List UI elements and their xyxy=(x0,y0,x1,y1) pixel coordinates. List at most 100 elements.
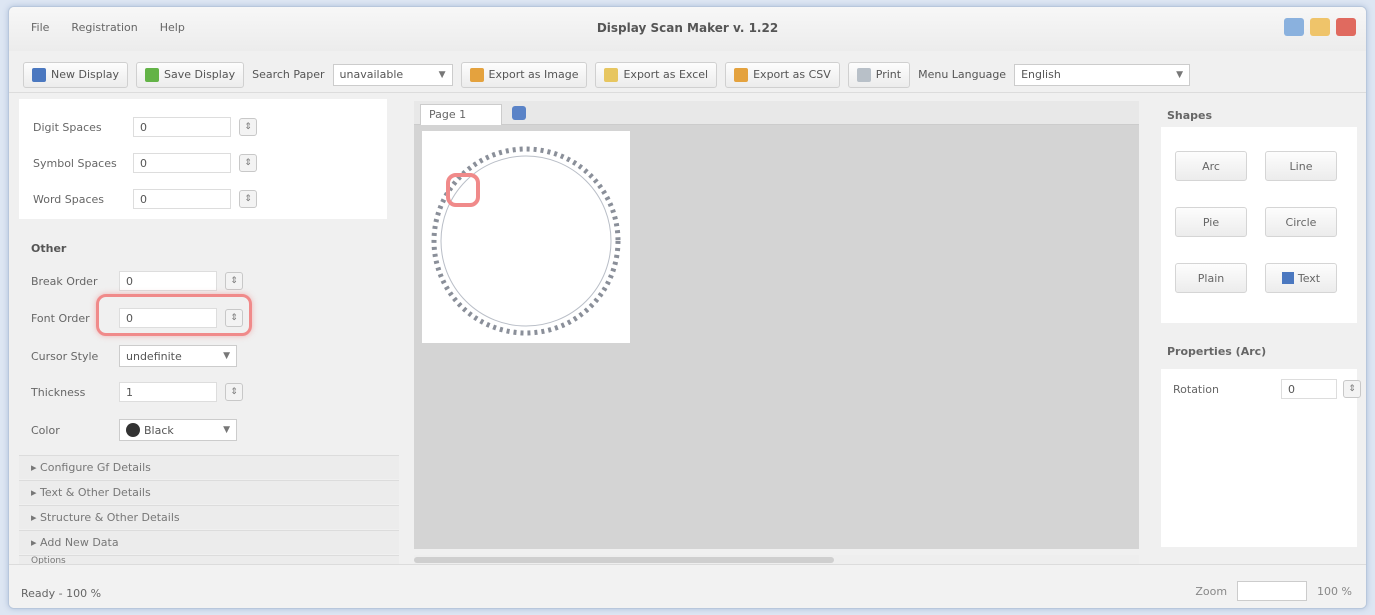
zoom-input[interactable] xyxy=(1237,581,1308,601)
menu-language-select[interactable]: English ▼ xyxy=(1014,63,1191,86)
selection-marker xyxy=(446,173,480,207)
new-display-label: New Display xyxy=(51,68,120,81)
export-csv-button[interactable]: Export as CSV xyxy=(725,61,840,88)
save-display-button[interactable]: Save Display xyxy=(136,61,245,88)
minimize-button[interactable] xyxy=(1284,18,1304,36)
new-display-button[interactable]: New Display xyxy=(23,61,129,88)
export-csv-label: Export as CSV xyxy=(753,68,831,81)
save-display-label: Save Display xyxy=(164,68,236,81)
app-window: File Registration Help Display Scan Make… xyxy=(8,6,1367,609)
close-button[interactable] xyxy=(1336,18,1356,36)
shape-circle-button[interactable]: Circle xyxy=(1265,207,1337,237)
csv-icon xyxy=(734,67,749,82)
shape-arc-button[interactable]: Arc xyxy=(1175,151,1247,181)
spin-arrows-icon[interactable]: ⇕ xyxy=(239,190,257,208)
color-row: Color Black ▼ xyxy=(31,419,237,441)
zoom-value: 100 % xyxy=(1317,584,1352,598)
shape-pie-button[interactable]: Pie xyxy=(1175,207,1247,237)
add-tab-icon[interactable] xyxy=(512,106,526,120)
canvas-area[interactable]: Page 1 xyxy=(414,101,1139,549)
collapse-configure[interactable]: ▸ Configure Gf Details xyxy=(19,455,399,479)
spin-arrows-icon[interactable]: ⇕ xyxy=(225,383,243,401)
cursor-style-value: undefinite xyxy=(126,349,182,363)
collapse-add-data[interactable]: ▸ Add New Data xyxy=(19,530,399,554)
cursor-style-label: Cursor Style xyxy=(31,349,99,363)
rotation-label: Rotation xyxy=(1173,382,1220,396)
excel-icon xyxy=(604,67,619,82)
collapse-structure-label: Structure & Other Details xyxy=(40,511,180,524)
scrollbar-thumb[interactable] xyxy=(414,557,834,563)
chevron-right-icon: ▸ xyxy=(31,486,41,499)
search-paper-label: Search Paper xyxy=(252,68,325,81)
word-spaces-row: Word Spaces 0 ⇕ xyxy=(33,189,257,209)
shape-text-button[interactable]: Text xyxy=(1265,263,1337,293)
export-excel-button[interactable]: Export as Excel xyxy=(595,61,718,88)
maximize-button[interactable] xyxy=(1310,18,1330,36)
cursor-style-row: Cursor Style undefinite ▼ xyxy=(31,345,237,367)
other-section-title: Other xyxy=(31,242,67,255)
word-spaces-label: Word Spaces xyxy=(33,192,105,206)
tab-page-1[interactable]: Page 1 xyxy=(420,104,502,125)
thickness-row: Thickness 1 ⇕ xyxy=(31,382,243,402)
status-text: Ready - 100 % xyxy=(21,587,102,600)
rotation-row: Rotation 0 ⇕ xyxy=(1173,379,1361,399)
spin-arrows-icon[interactable]: ⇕ xyxy=(1343,380,1361,398)
right-panel: Shapes Arc Line Pie Circle Plain Text Pr… xyxy=(1161,101,1361,561)
collapse-text[interactable]: ▸ Text & Other Details xyxy=(19,480,399,504)
left-panel: Digit Spaces 0 ⇕ Symbol Spaces 0 ⇕ Word … xyxy=(19,99,399,566)
window-controls xyxy=(1284,18,1356,36)
break-order-label: Break Order xyxy=(31,274,98,288)
collapse-text-label: Text & Other Details xyxy=(40,486,151,499)
shape-line-button[interactable]: Line xyxy=(1265,151,1337,181)
shape-plain-button[interactable]: Plain xyxy=(1175,263,1247,293)
color-label: Color xyxy=(31,423,60,437)
properties-box: Rotation 0 ⇕ xyxy=(1161,369,1361,547)
chevron-down-icon: ▼ xyxy=(223,351,230,361)
text-icon xyxy=(1281,272,1294,284)
focus-highlight xyxy=(96,294,252,336)
spin-arrows-icon[interactable]: ⇕ xyxy=(239,154,257,172)
word-spaces-input[interactable]: 0 xyxy=(133,189,231,209)
search-paper-select[interactable]: unavailable ▼ xyxy=(332,63,453,86)
export-excel-label: Export as Excel xyxy=(623,68,709,81)
symbol-spaces-input[interactable]: 0 xyxy=(133,153,231,173)
status-bar: Ready - 100 % Zoom 100 % xyxy=(9,564,1366,608)
export-image-label: Export as Image xyxy=(488,68,579,81)
save-icon xyxy=(145,67,160,82)
symbol-spaces-label: Symbol Spaces xyxy=(33,156,117,170)
digit-spaces-row: Digit Spaces 0 ⇕ xyxy=(33,117,257,137)
digit-spaces-input[interactable]: 0 xyxy=(133,117,231,137)
main-toolbar: New Display Save Display Search Paper un… xyxy=(9,57,1366,93)
canvas-tabs: Page 1 xyxy=(414,101,1139,125)
chevron-down-icon: ▼ xyxy=(1176,69,1184,80)
collapse-structure[interactable]: ▸ Structure & Other Details xyxy=(19,505,399,529)
display-drawing[interactable] xyxy=(422,131,630,343)
cursor-style-select[interactable]: undefinite ▼ xyxy=(119,345,237,367)
search-paper-value: unavailable xyxy=(339,68,404,81)
printer-icon xyxy=(856,67,871,82)
display-page[interactable] xyxy=(422,131,630,343)
color-value: Black xyxy=(144,423,174,437)
shapes-box: Arc Line Pie Circle Plain Text xyxy=(1161,127,1357,323)
collapse-add-data-label: Add New Data xyxy=(40,536,119,549)
chevron-right-icon: ▸ xyxy=(31,461,41,474)
color-select[interactable]: Black ▼ xyxy=(119,419,237,441)
thickness-input[interactable]: 1 xyxy=(119,382,217,402)
spin-arrows-icon[interactable]: ⇕ xyxy=(239,118,257,136)
chevron-down-icon: ▼ xyxy=(438,69,446,80)
inner-circle-shape xyxy=(440,155,612,327)
export-image-button[interactable]: Export as Image xyxy=(460,61,588,88)
image-icon xyxy=(469,67,484,82)
break-order-input[interactable]: 0 xyxy=(119,271,217,291)
color-swatch-icon xyxy=(126,423,140,437)
zoom-label: Zoom xyxy=(1195,584,1228,598)
print-label: Print xyxy=(875,68,902,81)
spin-arrows-icon[interactable]: ⇕ xyxy=(225,272,243,290)
new-display-icon xyxy=(32,67,46,82)
chevron-right-icon: ▸ xyxy=(31,511,41,524)
print-button[interactable]: Print xyxy=(847,61,911,88)
menu-language-value: English xyxy=(1021,68,1061,81)
rotation-input[interactable]: 0 xyxy=(1281,379,1337,399)
color-swatch-wrap: Black xyxy=(126,423,174,437)
menu-language-label: Menu Language xyxy=(918,68,1007,81)
